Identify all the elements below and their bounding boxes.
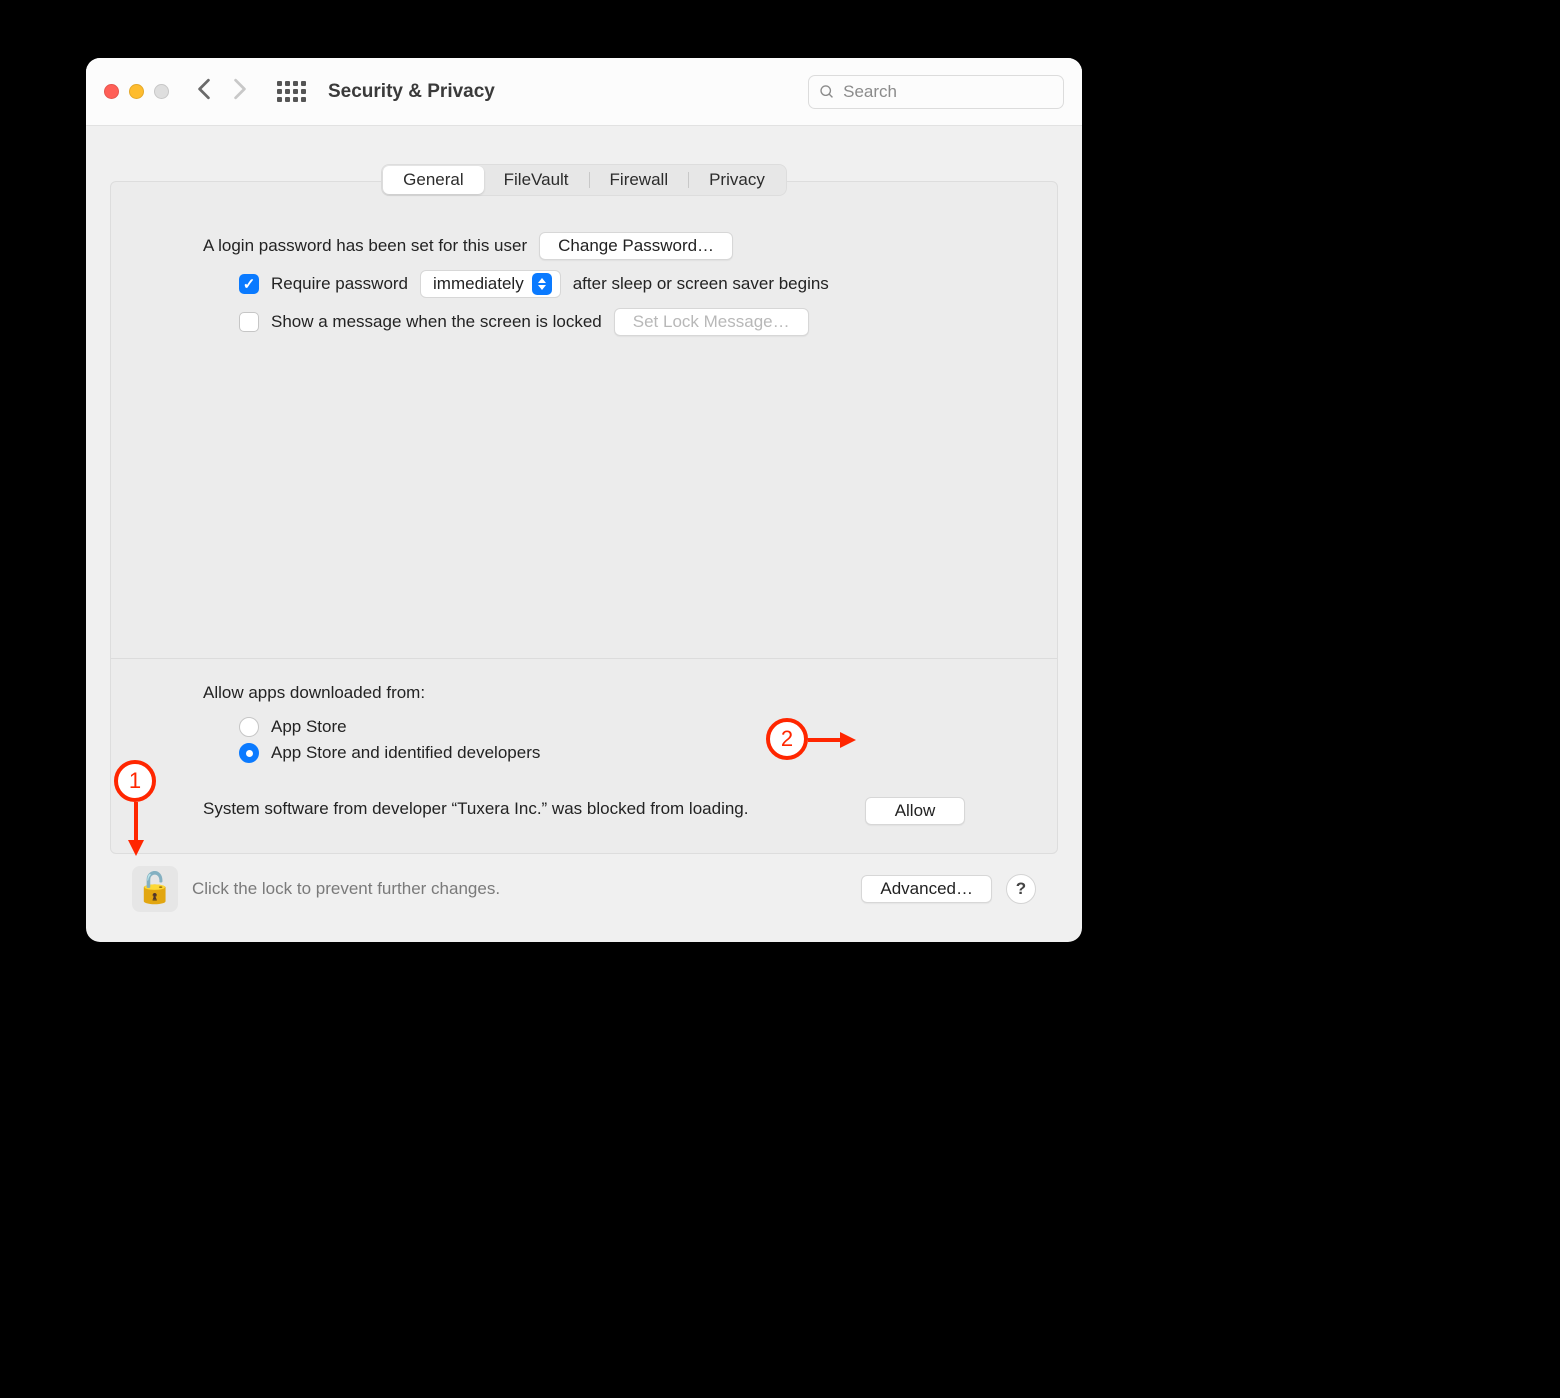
blocked-software-text: System software from developer “Tuxera I… — [203, 797, 845, 821]
back-button[interactable] — [197, 78, 211, 105]
require-password-label: Require password — [271, 274, 408, 294]
search-field-wrap[interactable] — [808, 75, 1064, 109]
footer: 🔓 Click the lock to prevent further chan… — [110, 854, 1058, 924]
annotation-callout-2: 2 — [766, 718, 808, 760]
help-button[interactable]: ? — [1006, 874, 1036, 904]
preferences-window: Security & Privacy General FileVault Fir… — [86, 58, 1082, 942]
annotation-arrow-1 — [126, 802, 146, 856]
traffic-lights — [104, 84, 169, 99]
panel-body: General FileVault Firewall Privacy A log… — [86, 126, 1082, 942]
require-password-delay-select[interactable]: immediately — [420, 270, 561, 298]
search-icon — [819, 83, 835, 101]
titlebar: Security & Privacy — [86, 58, 1082, 126]
lock-button[interactable]: 🔓 — [132, 866, 178, 912]
tab-bar: General FileVault Firewall Privacy — [381, 164, 787, 196]
show-lock-message-checkbox[interactable] — [239, 312, 259, 332]
allow-button[interactable]: Allow — [865, 797, 965, 825]
advanced-button[interactable]: Advanced… — [861, 875, 992, 903]
change-password-button[interactable]: Change Password… — [539, 232, 733, 260]
radio-app-store[interactable] — [239, 717, 259, 737]
unlocked-lock-icon: 🔓 — [136, 874, 173, 904]
window-title: Security & Privacy — [328, 81, 495, 103]
tab-privacy[interactable]: Privacy — [689, 166, 785, 194]
radio-identified-developers-label: App Store and identified developers — [271, 743, 540, 763]
general-panel: A login password has been set for this u… — [110, 181, 1058, 854]
login-password-set-label: A login password has been set for this u… — [203, 236, 527, 256]
annotation-arrow-2 — [808, 730, 856, 750]
set-lock-message-button: Set Lock Message… — [614, 308, 809, 336]
zoom-window-icon — [154, 84, 169, 99]
require-password-checkbox[interactable] — [239, 274, 259, 294]
lock-hint-text: Click the lock to prevent further change… — [192, 879, 500, 899]
search-input[interactable] — [843, 82, 1053, 102]
nav-arrows — [197, 78, 247, 105]
annotation-callout-1: 1 — [114, 760, 156, 802]
show-all-icon[interactable] — [277, 81, 306, 102]
close-window-icon[interactable] — [104, 84, 119, 99]
allow-apps-label: Allow apps downloaded from: — [203, 683, 425, 702]
require-password-delay-value: immediately — [433, 274, 524, 294]
show-lock-message-label: Show a message when the screen is locked — [271, 312, 602, 332]
tab-general[interactable]: General — [383, 166, 483, 194]
forward-button — [233, 78, 247, 105]
chevron-updown-icon — [532, 273, 552, 295]
tab-filevault[interactable]: FileVault — [484, 166, 589, 194]
divider — [111, 658, 1057, 659]
require-password-suffix: after sleep or screen saver begins — [573, 274, 829, 294]
tab-firewall[interactable]: Firewall — [590, 166, 689, 194]
radio-identified-developers[interactable] — [239, 743, 259, 763]
radio-app-store-label: App Store — [271, 717, 347, 737]
minimize-window-icon[interactable] — [129, 84, 144, 99]
